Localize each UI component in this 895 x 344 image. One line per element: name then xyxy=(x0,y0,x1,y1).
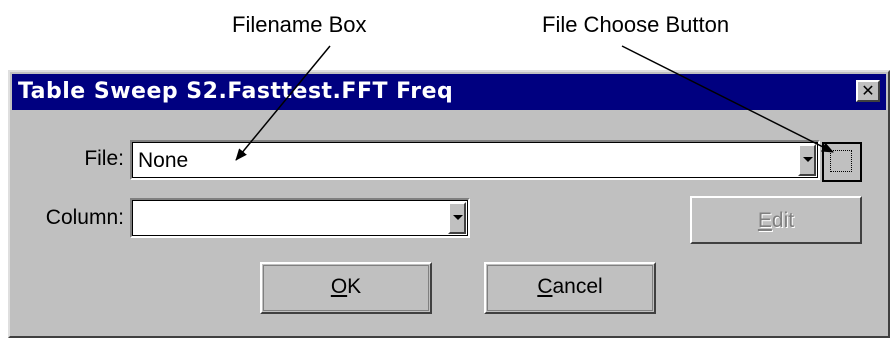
column-label: Column: xyxy=(45,206,124,229)
file-choose-button[interactable] xyxy=(822,142,862,182)
edit-label-rest: dit xyxy=(771,209,795,232)
dialog-title: Table Sweep S2.Fasttest.FFT Freq xyxy=(18,79,454,104)
filename-value: None xyxy=(138,149,189,172)
callout-file-choose-button: File Choose Button xyxy=(542,12,730,37)
callout-filename-box: Filename Box xyxy=(232,12,367,37)
filename-box[interactable]: None xyxy=(130,140,820,180)
ok-button[interactable]: OK xyxy=(260,262,432,314)
close-icon[interactable]: ✕ xyxy=(856,80,880,102)
edit-button[interactable]: Edit xyxy=(690,196,862,244)
file-browse-icon xyxy=(830,150,852,172)
ok-label-rest: K xyxy=(347,275,362,298)
edit-mnemonic: E xyxy=(757,209,772,232)
title-bar: Table Sweep S2.Fasttest.FFT Freq ✕ xyxy=(12,74,886,110)
column-select[interactable] xyxy=(130,198,470,238)
cancel-label-rest: ancel xyxy=(552,275,603,298)
chevron-down-icon[interactable] xyxy=(448,202,466,234)
chevron-down-icon[interactable] xyxy=(798,144,816,176)
cancel-button[interactable]: Cancel xyxy=(484,262,656,314)
cancel-mnemonic: C xyxy=(537,275,553,298)
ok-mnemonic: O xyxy=(330,275,348,298)
file-label: File: xyxy=(84,147,124,170)
